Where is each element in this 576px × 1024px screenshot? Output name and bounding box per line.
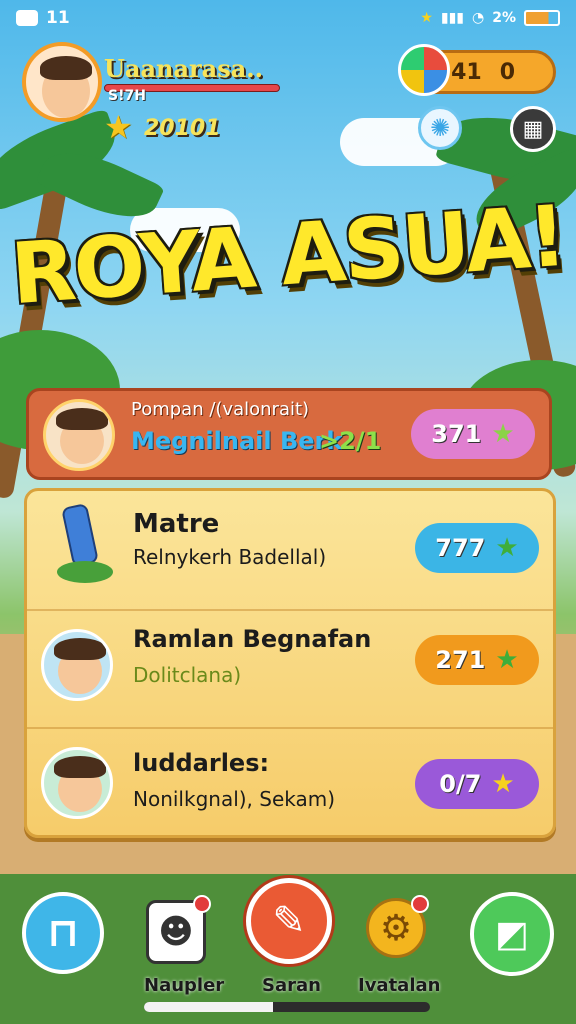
row-title: luddarles:	[133, 749, 270, 777]
progress-fill	[144, 1002, 273, 1012]
top-card-line3: >2/1	[319, 427, 382, 455]
status-time: 11	[46, 8, 70, 28]
pill-value: 0/7	[439, 770, 482, 798]
top-card-line2: Megnilnail Berk	[131, 427, 343, 455]
player-name: Uaanarasa..	[104, 54, 263, 83]
home-button[interactable]: ⊓	[22, 892, 104, 974]
home-icon: ⊓	[47, 910, 79, 956]
notification-badge	[411, 895, 429, 913]
bottom-nav: ⊓ ☻ ✎ ⚙ ◩ Naupler Saran Ivatalan	[0, 874, 576, 1024]
avatar-hair	[56, 408, 108, 430]
progress-bar	[144, 1002, 430, 1012]
signal-icon: ▮▮▮	[440, 10, 464, 26]
settings-button[interactable]: ⚙	[366, 895, 429, 958]
gear-icon: ⚙	[379, 907, 413, 949]
top-card-line1: Pompan /(valonrait)	[131, 399, 310, 420]
top-card-avatar	[43, 399, 115, 471]
pencil-button[interactable]: ✎	[246, 878, 332, 964]
battery-text: 2%	[492, 10, 516, 26]
list-item[interactable]: Matre Relnykerh Badellal) 777 ★	[27, 491, 553, 603]
player-score: 20101	[144, 116, 221, 141]
avatar-hair	[54, 756, 106, 778]
wifi-icon: ◔	[472, 10, 485, 26]
currency-b: 0	[499, 59, 515, 85]
status-bar: 11 ★ ▮▮▮ ◔ 2%	[0, 0, 576, 36]
star-icon: ★	[495, 533, 519, 563]
top-card[interactable]: Pompan /(valonrait) Megnilnail Berk >2/1…	[26, 388, 552, 480]
list-item[interactable]: luddarles: Nonilkgnal), Sekam) 0/7 ★	[27, 727, 553, 839]
row-sub: Nonilkgnal), Sekam)	[133, 787, 336, 811]
star-icon: ★	[491, 769, 515, 799]
row-sub: Dolitclana)	[133, 663, 242, 687]
pencil-icon: ✎	[272, 898, 306, 944]
sun-icon[interactable]: ✺	[418, 106, 462, 150]
profile-button[interactable]: ☻	[146, 895, 211, 964]
pill-value: 777	[435, 534, 486, 562]
row-title: Matre	[133, 509, 220, 539]
profile-icon: ☻	[158, 912, 194, 952]
message-icon	[16, 10, 38, 26]
row-sub: Relnykerh Badellal)	[133, 545, 327, 569]
bottle-icon	[57, 502, 113, 585]
pill-value: 271	[435, 646, 486, 674]
avatar-hair	[54, 638, 106, 660]
row-title: Ramlan Begnafan	[133, 625, 372, 653]
battery-icon	[524, 10, 560, 26]
list-item[interactable]: Ramlan Begnafan Dolitclana) 271 ★	[27, 609, 553, 721]
currency-a: 41	[451, 59, 482, 85]
top-card-pill[interactable]: 371 ★	[411, 409, 535, 459]
notification-badge	[193, 895, 211, 913]
row-avatar	[41, 629, 113, 701]
nav-label-center: Saran	[262, 975, 321, 996]
nav-label-left: Naupler	[144, 975, 225, 996]
quest-list: Matre Relnykerh Badellal) 777 ★ Ramlan B…	[24, 488, 556, 838]
star-icon: ★	[104, 108, 133, 146]
avatar-hair	[40, 56, 92, 80]
player-sub: S!7H	[108, 88, 146, 104]
star-icon: ★	[420, 10, 433, 26]
pill-value: 371	[431, 420, 482, 448]
check-icon: ◩	[494, 913, 529, 955]
palette-icon[interactable]	[398, 44, 450, 96]
row-pill[interactable]: 0/7 ★	[415, 759, 539, 809]
confirm-button[interactable]: ◩	[470, 892, 554, 976]
player-avatar[interactable]	[22, 42, 102, 122]
row-avatar	[41, 747, 113, 819]
row-pill[interactable]: 271 ★	[415, 635, 539, 685]
star-icon: ★	[495, 645, 519, 675]
row-pill[interactable]: 777 ★	[415, 523, 539, 573]
star-icon: ★	[491, 419, 515, 449]
nav-label-right: Ivatalan	[358, 975, 441, 996]
grid-icon[interactable]: ▦	[510, 106, 556, 152]
